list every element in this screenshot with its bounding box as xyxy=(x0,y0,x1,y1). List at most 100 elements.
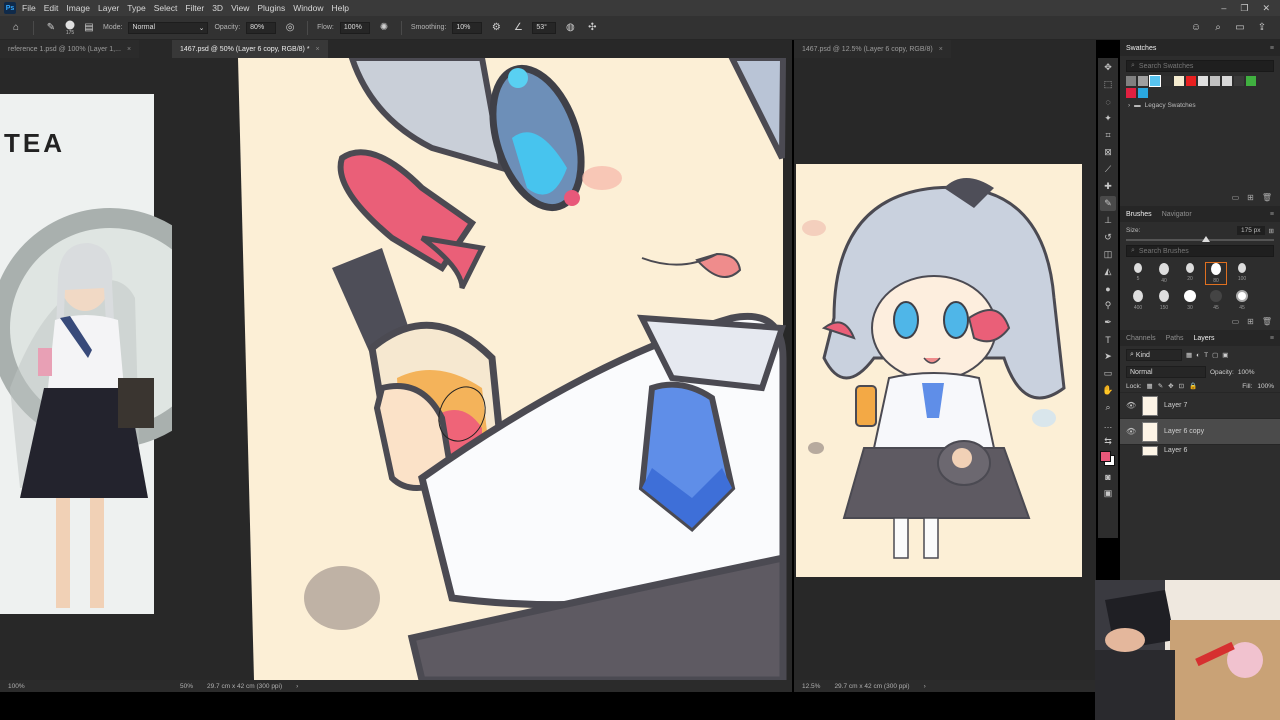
eyedropper-tool-icon[interactable]: ⟋ xyxy=(1100,162,1116,177)
brush-tip[interactable]: 40 xyxy=(1154,263,1174,284)
close-icon[interactable]: × xyxy=(316,46,320,53)
panel-menu-icon[interactable]: ≡ xyxy=(1270,335,1274,342)
lock-artboard-icon[interactable]: ⊡ xyxy=(1179,382,1184,390)
chevron-right-icon[interactable]: › xyxy=(296,683,298,690)
menu-image[interactable]: Image xyxy=(66,3,90,13)
brush-settings-icon[interactable]: ▤ xyxy=(81,20,97,36)
fill-field[interactable]: 100% xyxy=(1257,383,1274,390)
screen-mode-icon[interactable]: ▣ xyxy=(1100,486,1116,501)
brush-tip[interactable]: 20 xyxy=(1180,263,1200,284)
marquee-tool-icon[interactable]: ⬚ xyxy=(1100,77,1116,92)
swatch[interactable] xyxy=(1126,88,1136,98)
lock-transparency-icon[interactable]: ▦ xyxy=(1147,382,1153,390)
swap-colors-icon[interactable]: ⇆ xyxy=(1100,434,1116,449)
lock-position-icon[interactable]: ✥ xyxy=(1168,382,1173,390)
learn-icon[interactable]: ☺ xyxy=(1188,20,1204,36)
swatch[interactable] xyxy=(1210,76,1220,86)
mode-select[interactable]: Normal ⌄ xyxy=(128,21,209,34)
brush-tip-selected[interactable]: 80 xyxy=(1205,262,1227,285)
magic-wand-tool-icon[interactable]: ✦ xyxy=(1100,111,1116,126)
layer-opacity-field[interactable]: 100% xyxy=(1238,369,1255,376)
lasso-tool-icon[interactable]: ◌ xyxy=(1100,94,1116,109)
menu-filter[interactable]: Filter xyxy=(185,3,204,13)
swatch[interactable] xyxy=(1138,88,1148,98)
swatch[interactable] xyxy=(1174,76,1184,86)
menu-file[interactable]: File xyxy=(22,3,36,13)
menu-select[interactable]: Select xyxy=(154,3,178,13)
stamp-tool-icon[interactable]: ⊥ xyxy=(1100,213,1116,228)
type-filter-icon[interactable]: T xyxy=(1204,352,1208,359)
chevron-right-icon[interactable]: › xyxy=(924,683,926,690)
history-brush-tool-icon[interactable]: ↺ xyxy=(1100,230,1116,245)
swatch[interactable] xyxy=(1126,76,1136,86)
opacity-field[interactable]: 80% xyxy=(246,21,277,34)
swatch[interactable] xyxy=(1186,76,1196,86)
new-swatch-icon[interactable]: ⊞ xyxy=(1247,193,1254,202)
main-canvas[interactable] xyxy=(172,58,792,680)
menu-layer[interactable]: Layer xyxy=(98,3,119,13)
brushes-search[interactable]: ⌕ Search Brushes xyxy=(1126,245,1274,257)
blur-tool-icon[interactable]: ● xyxy=(1100,281,1116,296)
folder-icon[interactable]: ▭ xyxy=(1232,317,1240,326)
swatch[interactable] xyxy=(1222,76,1232,86)
brush-tip[interactable]: 400 xyxy=(1128,290,1148,311)
menu-help[interactable]: Help xyxy=(331,3,348,13)
reference-canvas[interactable]: TEA xyxy=(0,58,172,680)
shape-filter-icon[interactable]: ▢ xyxy=(1212,351,1218,359)
tab-layers[interactable]: Layers xyxy=(1193,335,1214,342)
menu-window[interactable]: Window xyxy=(293,3,323,13)
pressure-opacity-icon[interactable]: ◎ xyxy=(282,20,298,36)
gear-icon[interactable]: ⚙ xyxy=(488,20,504,36)
swatch[interactable] xyxy=(1246,76,1256,86)
layer-row[interactable]: Layer 6 xyxy=(1120,444,1280,456)
brush-tip[interactable]: 150 xyxy=(1154,290,1174,311)
tab-paths[interactable]: Paths xyxy=(1166,335,1184,342)
menu-plugins[interactable]: Plugins xyxy=(257,3,285,13)
brush-tip[interactable]: 5 xyxy=(1128,263,1148,284)
brush-size-field[interactable]: 175 px xyxy=(1237,226,1265,235)
trash-icon[interactable]: 🗑 xyxy=(1262,317,1272,326)
swatch[interactable] xyxy=(1198,76,1208,86)
workspace-icon[interactable]: ▭ xyxy=(1232,20,1248,36)
swatches-search[interactable]: ⌕ Search Swatches xyxy=(1126,60,1274,72)
tab-channels[interactable]: Channels xyxy=(1126,335,1156,342)
swatch[interactable] xyxy=(1149,75,1161,87)
slider-handle[interactable] xyxy=(1202,236,1210,242)
adjustment-filter-icon[interactable]: ◐ xyxy=(1196,352,1200,359)
swatch[interactable] xyxy=(1234,76,1244,86)
layer-row-selected[interactable]: 👁 Layer 6 copy xyxy=(1120,418,1280,444)
eye-icon[interactable]: 👁 xyxy=(1126,401,1136,410)
menu-type[interactable]: Type xyxy=(127,3,145,13)
dodge-tool-icon[interactable]: ⚲ xyxy=(1100,298,1116,313)
eraser-tool-icon[interactable]: ◫ xyxy=(1100,247,1116,262)
brush-preset-picker[interactable]: 175 xyxy=(65,20,75,36)
crop-tool-icon[interactable]: ⌗ xyxy=(1100,128,1116,143)
tab-swatches[interactable]: Swatches xyxy=(1126,45,1156,52)
brush-size-slider[interactable] xyxy=(1126,236,1274,242)
panel-menu-icon[interactable]: ≡ xyxy=(1270,211,1274,218)
minimize-icon[interactable]: – xyxy=(1221,3,1226,14)
quick-mask-icon[interactable]: ◙ xyxy=(1100,469,1116,484)
healing-tool-icon[interactable]: ✚ xyxy=(1100,179,1116,194)
swatch[interactable] xyxy=(1162,76,1172,86)
new-brush-icon[interactable]: ⊞ xyxy=(1269,227,1274,235)
menu-edit[interactable]: Edit xyxy=(44,3,59,13)
bucket-tool-icon[interactable]: ◭ xyxy=(1100,264,1116,279)
brush-tip[interactable]: 100 xyxy=(1232,263,1252,284)
frame-tool-icon[interactable]: ⊠ xyxy=(1100,145,1116,160)
overview-canvas[interactable] xyxy=(794,58,1096,680)
close-icon[interactable]: × xyxy=(127,46,131,53)
panel-menu-icon[interactable]: ≡ xyxy=(1270,45,1274,52)
smoothing-field[interactable]: 10% xyxy=(452,21,483,34)
close-icon[interactable]: × xyxy=(939,46,943,53)
trash-icon[interactable]: 🗑 xyxy=(1262,193,1272,202)
type-tool-icon[interactable]: T xyxy=(1100,332,1116,347)
search-icon[interactable]: ⌕ xyxy=(1210,20,1226,36)
tab-overview[interactable]: 1467.psd @ 12.5% (Layer 6 copy, RGB/8) × xyxy=(794,40,951,58)
brush-tip[interactable]: 45 xyxy=(1232,290,1252,311)
lock-all-icon[interactable]: 🔒 xyxy=(1189,382,1197,390)
layer-row[interactable]: 👁 Layer 7 xyxy=(1120,392,1280,418)
shape-tool-icon[interactable]: ▭ xyxy=(1100,366,1116,381)
pen-tool-icon[interactable]: ✒ xyxy=(1100,315,1116,330)
brush-tip[interactable]: 30 xyxy=(1180,290,1200,311)
